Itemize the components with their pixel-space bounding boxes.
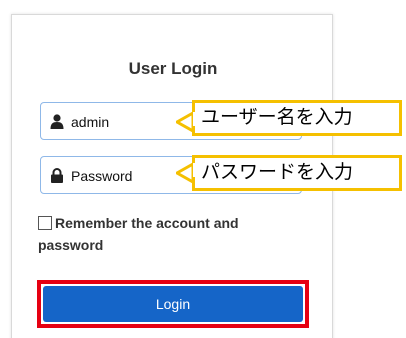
remember-label: Remember the account and password (38, 215, 239, 253)
login-screen: User Login admin Password Remember the a… (0, 0, 406, 338)
callout-joint (193, 163, 197, 177)
username-callout: ユーザー名を入力 (192, 100, 402, 136)
username-input[interactable]: admin (71, 114, 109, 130)
remember-option[interactable]: Remember the account and password (38, 212, 278, 256)
password-callout: パスワードを入力 (192, 155, 402, 191)
page-title: User Login (128, 59, 218, 78)
remember-checkbox[interactable] (38, 216, 52, 230)
callout-joint (193, 112, 197, 126)
login-button-highlight: Login (37, 280, 309, 328)
user-icon (50, 114, 64, 129)
lock-icon (51, 168, 63, 183)
password-input[interactable]: Password (71, 168, 132, 184)
login-button[interactable]: Login (43, 286, 303, 322)
